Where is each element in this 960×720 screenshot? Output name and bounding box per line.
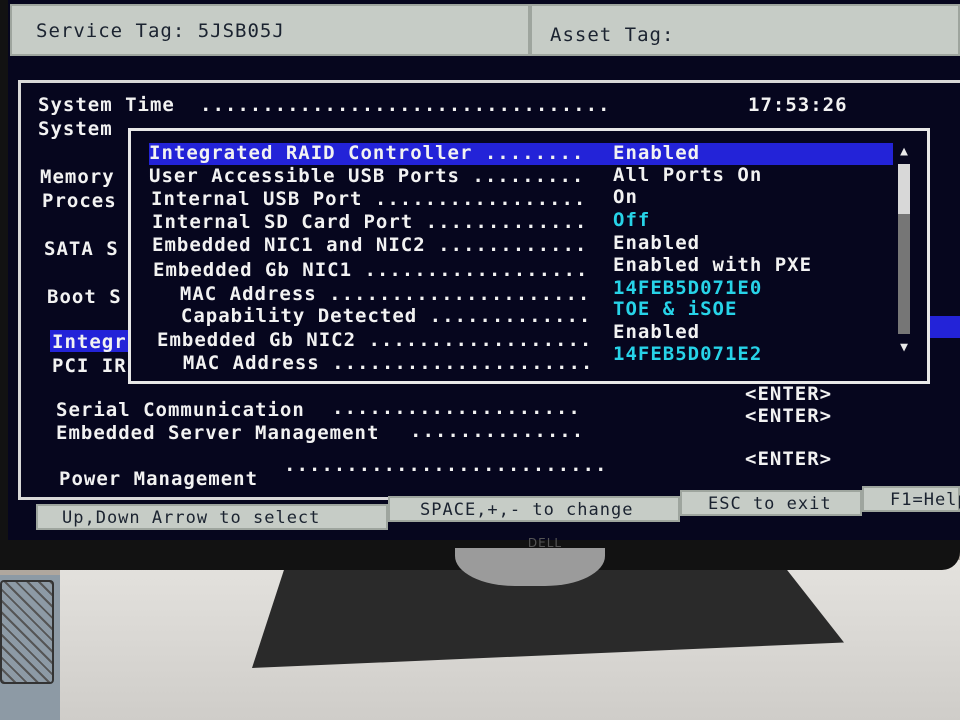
status-hint-exit: ESC to exit <box>680 490 862 516</box>
status-hint-exit-text: ESC to exit <box>708 494 832 514</box>
popup-item-gb-nic2-label[interactable]: Embedded Gb NIC2 .................. <box>157 329 592 351</box>
service-tag-box: Service Tag: 5JSB05J <box>10 4 530 56</box>
scroll-down-arrow-icon[interactable]: ▼ <box>896 340 912 356</box>
popup-item-raid-value[interactable]: Enabled <box>613 142 700 164</box>
popup-item-gb-nic1-value[interactable]: Enabled with PXE <box>613 254 812 276</box>
serial-communication-dots: .................... <box>332 397 581 419</box>
popup-item-nic2-mac-value: 14FEB5D071E2 <box>613 343 763 365</box>
selection-bar-edge <box>930 316 960 338</box>
status-hint-help-text: F1=Help <box>890 490 960 510</box>
popup-item-internal-usb-label[interactable]: Internal USB Port ................. <box>151 188 586 210</box>
popup-item-nic2-mac-label: MAC Address ..................... <box>158 352 594 374</box>
popup-item-capability-value: TOE & iSOE <box>613 298 738 320</box>
scrollbar-thumb[interactable] <box>898 164 910 214</box>
serial-communication-value[interactable]: <ENTER> <box>745 383 832 405</box>
system-time-value[interactable]: 17:53:26 <box>748 94 848 116</box>
popup-item-usb-ports-value[interactable]: All Ports On <box>613 164 762 186</box>
asset-tag: Asset Tag: <box>550 24 675 46</box>
popup-item-nic1-mac-value: 14FEB5D071E0 <box>613 277 763 299</box>
menu-item-system[interactable]: System <box>38 118 113 140</box>
menu-item-sata[interactable]: SATA S <box>44 238 119 260</box>
asset-tag-box: Asset Tag: <box>530 4 960 56</box>
popup-item-gb-nic2-value[interactable]: Enabled <box>613 321 700 343</box>
dell-logo: DELL <box>527 536 563 550</box>
popup-item-capability-label: Capability Detected ............. <box>156 305 592 327</box>
popup-scrollbar[interactable]: ▲ ▼ <box>894 144 914 358</box>
popup-item-sd-card-label[interactable]: Internal SD Card Port ............. <box>152 211 587 233</box>
service-tag: Service Tag: 5JSB05J <box>36 20 285 42</box>
serial-communication-label[interactable]: Serial Communication <box>56 399 305 421</box>
menu-item-processor[interactable]: Proces <box>42 190 117 212</box>
menu-item-pci-irq[interactable]: PCI IR <box>52 355 127 377</box>
system-time-dots: ................................. <box>200 94 611 116</box>
popup-item-nic1-nic2-value[interactable]: Enabled <box>613 232 700 254</box>
scroll-up-arrow-icon[interactable]: ▲ <box>896 144 912 160</box>
power-management-label[interactable]: Power Management <box>59 468 258 490</box>
embedded-server-management-value[interactable]: <ENTER> <box>745 405 832 427</box>
power-management-value[interactable]: <ENTER> <box>745 448 832 470</box>
popup-item-usb-ports-label[interactable]: User Accessible USB Ports ......... <box>149 165 584 187</box>
menu-item-boot[interactable]: Boot S <box>47 286 122 308</box>
power-management-dots: .......................... <box>284 454 608 476</box>
embedded-server-management-dots: .............. <box>410 420 585 442</box>
status-hint-change: SPACE,+,- to change <box>388 496 680 522</box>
popup-item-raid-label[interactable]: Integrated RAID Controller ........ <box>149 142 584 164</box>
popup-item-nic1-mac-label: MAC Address ..................... <box>155 283 591 305</box>
status-hint-navigate: Up,Down Arrow to select <box>36 504 388 530</box>
wire-basket <box>0 580 54 684</box>
system-time-label[interactable]: System Time <box>38 94 175 116</box>
embedded-server-management-label[interactable]: Embedded Server Management <box>56 422 379 444</box>
menu-item-memory[interactable]: Memory <box>40 166 115 188</box>
status-hint-change-text: SPACE,+,- to change <box>420 500 634 520</box>
popup-item-nic1-nic2-label[interactable]: Embedded NIC1 and NIC2 ............ <box>152 234 587 256</box>
menu-item-integrated[interactable]: Integr <box>52 331 127 353</box>
popup-item-internal-usb-value[interactable]: On <box>613 186 638 208</box>
popup-item-sd-card-value[interactable]: Off <box>613 209 650 231</box>
popup-item-gb-nic1-label[interactable]: Embedded Gb NIC1 .................. <box>153 259 588 281</box>
status-hint-navigate-text: Up,Down Arrow to select <box>62 508 321 528</box>
status-hint-help: F1=Help <box>862 486 960 512</box>
